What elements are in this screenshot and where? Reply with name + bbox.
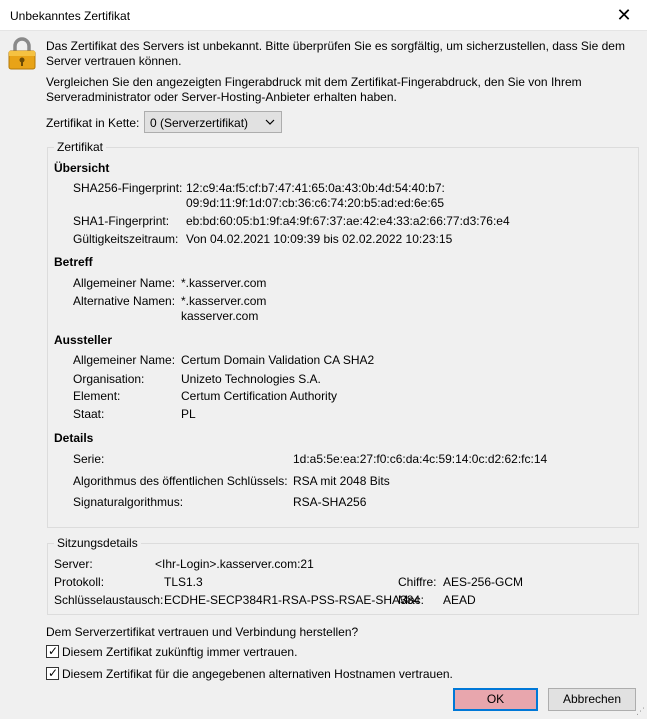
session-group: Sitzungsdetails Server: <Ihr-Login>.kass… xyxy=(47,536,639,615)
serial-value: 1d:a5:5e:ea:27:f0:c6:da:4c:59:14:0c:d2:6… xyxy=(293,452,548,466)
pubkey-value: RSA mit 2048 Bits xyxy=(293,474,390,488)
session-protocol-value: TLS1.3 xyxy=(164,575,203,589)
sha1-label: SHA1-Fingerprint: xyxy=(73,214,170,228)
subject-alt-value-2: kasserver.com xyxy=(181,309,259,323)
window-title: Unbekanntes Zertifikat xyxy=(10,9,131,23)
validity-value: Von 04.02.2021 10:09:39 bis 02.02.2022 1… xyxy=(186,232,453,246)
session-cipher-value: AES-256-GCM xyxy=(443,575,524,589)
certificate-group: Zertifikat Übersicht SHA256-Fingerprint:… xyxy=(47,140,639,528)
issuer-org-label: Organisation: xyxy=(73,372,145,386)
details-heading: Details xyxy=(54,431,94,445)
trust-alt-hosts-checkbox[interactable]: ✓ xyxy=(46,666,59,680)
session-legend: Sitzungsdetails xyxy=(54,536,141,550)
checkmark-icon: ✓ xyxy=(48,666,59,680)
issuer-org-value: Unizeto Technologies S.A. xyxy=(181,372,321,386)
close-icon[interactable]: ✕ xyxy=(601,0,647,30)
issuer-element-label: Element: xyxy=(73,389,121,403)
chain-label: Zertifikat in Kette: xyxy=(46,116,140,130)
trust-always-checkbox[interactable]: ✓ xyxy=(46,644,59,658)
chain-select[interactable]: 0 (Serverzertifikat) xyxy=(144,111,282,133)
subject-cn-value: *.kasserver.com xyxy=(181,276,267,290)
session-server-value: <Ihr-Login>.kasserver.com:21 xyxy=(155,557,314,571)
issuer-state-value: PL xyxy=(181,407,196,421)
subject-heading: Betreff xyxy=(54,255,93,269)
trust-always-label: Diesem Zertifikat zukünftig immer vertra… xyxy=(62,645,298,659)
session-protocol-label: Protokoll: xyxy=(54,575,105,589)
validity-label: Gültigkeitszeitraum: xyxy=(73,232,179,246)
ok-button[interactable]: OK xyxy=(453,688,538,711)
session-mac-value: AEAD xyxy=(443,593,476,607)
serial-label: Serie: xyxy=(73,452,105,466)
session-cipher-label: Chiffre: xyxy=(398,575,437,589)
issuer-cn-label: Allgemeiner Name: xyxy=(73,353,176,367)
session-kex-label: Schlüsselaustausch: xyxy=(54,593,164,607)
sha256-value-line1: 12:c9:4a:f5:cf:b7:47:41:65:0a:43:0b:4d:5… xyxy=(186,181,445,195)
issuer-cn-value: Certum Domain Validation CA SHA2 xyxy=(181,353,375,367)
signature-label: Signaturalgorithmus: xyxy=(73,495,184,509)
subject-alt-value-1: *.kasserver.com xyxy=(181,294,267,308)
chain-select-value: 0 (Serverzertifikat) xyxy=(150,116,249,130)
issuer-heading: Aussteller xyxy=(54,333,113,347)
sha256-label: SHA256-Fingerprint: xyxy=(73,181,183,195)
issuer-element-value: Certum Certification Authority xyxy=(181,389,338,403)
subject-alt-label: Alternative Namen: xyxy=(73,294,176,308)
overview-heading: Übersicht xyxy=(54,161,110,175)
pubkey-label: Algorithmus des öffentlichen Schlüssels: xyxy=(73,474,288,488)
issuer-state-label: Staat: xyxy=(73,407,105,421)
title-bar: Unbekanntes Zertifikat ✕ xyxy=(0,0,647,31)
chevron-down-icon xyxy=(265,119,275,125)
signature-value: RSA-SHA256 xyxy=(293,495,367,509)
resize-grip-icon[interactable]: ⋰ xyxy=(636,706,645,717)
sha256-value-line2: 09:9d:11:9f:1d:07:cb:36:c6:74:20:b5:ad:e… xyxy=(186,196,444,210)
lock-icon xyxy=(8,37,36,70)
warning-message: Das Zertifikat des Servers ist unbekannt… xyxy=(46,39,625,68)
sha1-value: eb:bd:60:05:b1:9f:a4:9f:67:37:ae:42:e4:3… xyxy=(186,214,510,228)
session-kex-value: ECDHE-SECP384R1-RSA-PSS-RSAE-SHA384 xyxy=(164,593,421,607)
trust-alt-hosts-label: Diesem Zertifikat für die angegebenen al… xyxy=(62,667,453,681)
trust-question: Dem Serverzertifikat vertrauen und Verbi… xyxy=(46,625,359,639)
fingerprint-instruction: Vergleichen Sie den angezeigten Fingerab… xyxy=(46,75,582,104)
cancel-button[interactable]: Abbrechen xyxy=(548,688,636,711)
subject-cn-label: Allgemeiner Name: xyxy=(73,276,176,290)
checkmark-icon: ✓ xyxy=(48,644,59,658)
certificate-legend: Zertifikat xyxy=(54,140,107,154)
session-server-label: Server: xyxy=(54,557,93,571)
session-mac-label: Mac: xyxy=(398,593,425,607)
